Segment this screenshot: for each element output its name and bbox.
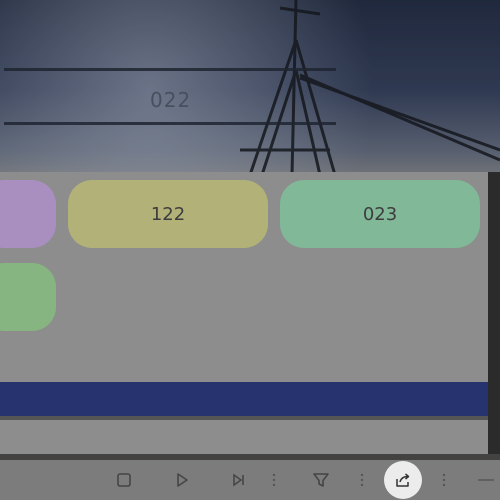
more-icon[interactable] — [472, 466, 500, 494]
skip-next-icon[interactable] — [225, 466, 253, 494]
tile-label: 023 — [362, 203, 398, 225]
bar-shadow — [0, 416, 488, 420]
panel-edge — [488, 172, 500, 454]
display-bottom-line — [4, 122, 336, 125]
tile-green-small[interactable] — [0, 263, 56, 331]
tile-yellow[interactable]: 122 — [68, 180, 268, 248]
tile-label: 122 — [150, 203, 186, 225]
display-top-line — [4, 68, 336, 71]
separator — [356, 466, 368, 494]
share-button[interactable] — [384, 461, 422, 499]
separator — [438, 466, 450, 494]
accent-bar — [0, 382, 488, 416]
separator — [268, 466, 280, 494]
stop-icon[interactable] — [110, 466, 138, 494]
play-icon[interactable] — [168, 466, 196, 494]
filter-icon[interactable] — [307, 466, 335, 494]
display-value: 022 — [150, 88, 192, 112]
tile-green[interactable]: 023 — [280, 180, 480, 248]
bottom-toolbar — [0, 460, 500, 500]
share-icon — [396, 473, 410, 487]
tile-purple[interactable] — [0, 180, 56, 248]
